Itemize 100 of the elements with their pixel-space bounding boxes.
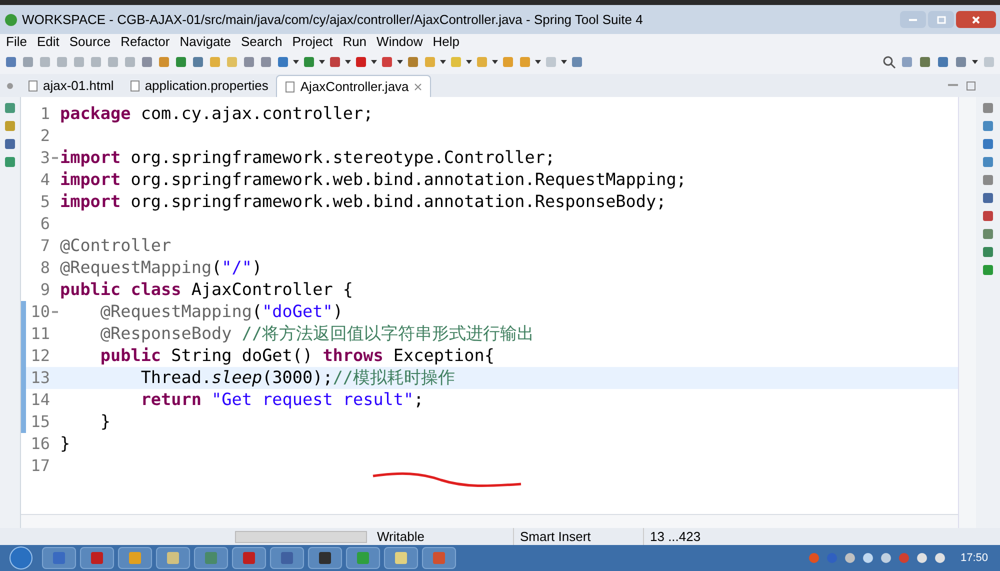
- menu-item[interactable]: Refactor: [120, 32, 170, 52]
- menu-item[interactable]: Project: [292, 32, 333, 52]
- app-square-icon: [432, 551, 446, 565]
- taskbar-button[interactable]: [308, 547, 342, 569]
- toolbar-square-icon[interactable]: [276, 55, 290, 69]
- maximize-button[interactable]: [928, 11, 954, 28]
- tray-icon[interactable]: [862, 552, 874, 564]
- minimize-icon: [909, 18, 917, 21]
- file-icon: [130, 80, 140, 92]
- file-icon: [285, 80, 296, 92]
- dropdown-caret-icon[interactable]: [972, 60, 978, 64]
- editor-tab[interactable]: application.properties: [122, 75, 276, 97]
- dropdown-caret-icon[interactable]: [319, 60, 325, 64]
- toolbar-square-icon[interactable]: [259, 55, 273, 69]
- toolbar-square-icon[interactable]: [21, 55, 35, 69]
- horizontal-scrollbar[interactable]: [21, 514, 958, 528]
- code-line: @RequestMapping("doGet"): [99, 300, 343, 324]
- editor-tab[interactable]: AjaxController.java: [276, 75, 431, 97]
- app-square-icon: [318, 551, 332, 565]
- taskbar-button[interactable]: [270, 547, 304, 569]
- view-square-icon[interactable]: [981, 119, 995, 133]
- dropdown-caret-icon[interactable]: [440, 60, 446, 64]
- menu-item[interactable]: File: [6, 32, 27, 52]
- status-text: Writable: [377, 528, 426, 546]
- minimize-icon[interactable]: [948, 81, 958, 89]
- toolbar-square-icon[interactable]: [918, 55, 932, 69]
- line-number: 8: [39, 257, 50, 279]
- close-icon[interactable]: [414, 82, 422, 90]
- restore-icon: [936, 16, 946, 24]
- line-number: 17: [30, 455, 50, 477]
- view-square-icon[interactable]: [981, 191, 995, 205]
- dropdown-caret-icon[interactable]: [466, 60, 472, 64]
- code-line: import org.springframework.web.bind.annotation.ResponseBody;: [60, 190, 666, 214]
- app-square-icon: [166, 551, 180, 565]
- minimize-button[interactable]: [900, 11, 926, 28]
- toolbar-square-icon[interactable]: [242, 55, 256, 69]
- dropdown-caret-icon[interactable]: [371, 60, 377, 64]
- view-square-icon[interactable]: [981, 227, 995, 241]
- toolbar-square-icon[interactable]: [157, 55, 171, 69]
- view-square-icon[interactable]: [981, 263, 995, 277]
- code-line: import org.springframework.web.bind.annotation.RequestMapping;: [60, 168, 686, 192]
- taskbar-button[interactable]: [384, 547, 418, 569]
- menu-item[interactable]: Run: [342, 32, 367, 52]
- view-square-icon[interactable]: [981, 101, 995, 115]
- close-button[interactable]: [956, 11, 996, 28]
- line-number: 9: [39, 279, 50, 301]
- menu-item[interactable]: Search: [241, 32, 282, 52]
- menu-item[interactable]: Window: [376, 32, 423, 52]
- menu-item[interactable]: Edit: [36, 32, 60, 52]
- view-square-icon[interactable]: [981, 173, 995, 187]
- view-square-icon[interactable]: [3, 155, 17, 169]
- taskbar-button[interactable]: [232, 547, 266, 569]
- dropdown-caret-icon[interactable]: [561, 60, 567, 64]
- app-square-icon: [90, 551, 104, 565]
- toolbar-square-icon[interactable]: [140, 55, 154, 69]
- clock: 17:50: [960, 550, 988, 566]
- view-square-icon[interactable]: [3, 119, 17, 133]
- search-icon[interactable]: [882, 55, 896, 69]
- pin-icon: [6, 82, 14, 90]
- taskbar-button[interactable]: [80, 547, 114, 569]
- maximize-icon[interactable]: [966, 81, 976, 91]
- editor-tab[interactable]: ajax-01.html: [20, 75, 122, 97]
- dropdown-caret-icon[interactable]: [293, 60, 299, 64]
- line-number: 15: [30, 411, 50, 433]
- toolbar-square-icon[interactable]: [4, 55, 18, 69]
- toolbar-square-icon[interactable]: [936, 55, 950, 69]
- dropdown-caret-icon[interactable]: [535, 60, 541, 64]
- app-square-icon: [128, 551, 142, 565]
- toolbar-square-icon[interactable]: [191, 55, 205, 69]
- code-line: public class AjaxController {: [60, 278, 354, 302]
- line-number: 3: [39, 147, 50, 169]
- app-square-icon: [394, 551, 408, 565]
- view-square-icon[interactable]: [981, 155, 995, 169]
- tray-icon[interactable]: [880, 552, 892, 564]
- file-icon: [28, 80, 38, 92]
- line-number: 7: [39, 235, 50, 257]
- view-square-icon[interactable]: [3, 101, 17, 115]
- view-square-icon[interactable]: [981, 209, 995, 223]
- view-square-icon[interactable]: [981, 245, 995, 259]
- app-square-icon: [356, 551, 370, 565]
- code-line: package com.cy.ajax.controller;: [60, 102, 374, 126]
- menu-item[interactable]: Source: [69, 32, 111, 52]
- dropdown-caret-icon[interactable]: [345, 60, 351, 64]
- tray-icon[interactable]: [916, 552, 928, 564]
- code-line: Thread.sleep(3000);//模拟耗时操作: [140, 366, 456, 390]
- toolbar-square-icon[interactable]: [174, 55, 188, 69]
- toolbar-square-icon[interactable]: [380, 55, 394, 69]
- toolbar-square-icon[interactable]: [302, 55, 316, 69]
- menu-item[interactable]: Navigate: [180, 32, 232, 52]
- line-number: 4: [39, 169, 50, 191]
- dropdown-caret-icon[interactable]: [492, 60, 498, 64]
- tray-icon[interactable]: [934, 552, 946, 564]
- view-square-icon[interactable]: [3, 137, 17, 151]
- tray-icon[interactable]: [844, 552, 856, 564]
- view-square-icon[interactable]: [981, 137, 995, 151]
- dropdown-caret-icon[interactable]: [397, 60, 403, 64]
- code-line: @Controller: [60, 234, 172, 258]
- menu-item[interactable]: Help: [432, 32, 460, 52]
- toolbar-square-icon[interactable]: [354, 55, 368, 69]
- toolbar-square-icon[interactable]: [328, 55, 342, 69]
